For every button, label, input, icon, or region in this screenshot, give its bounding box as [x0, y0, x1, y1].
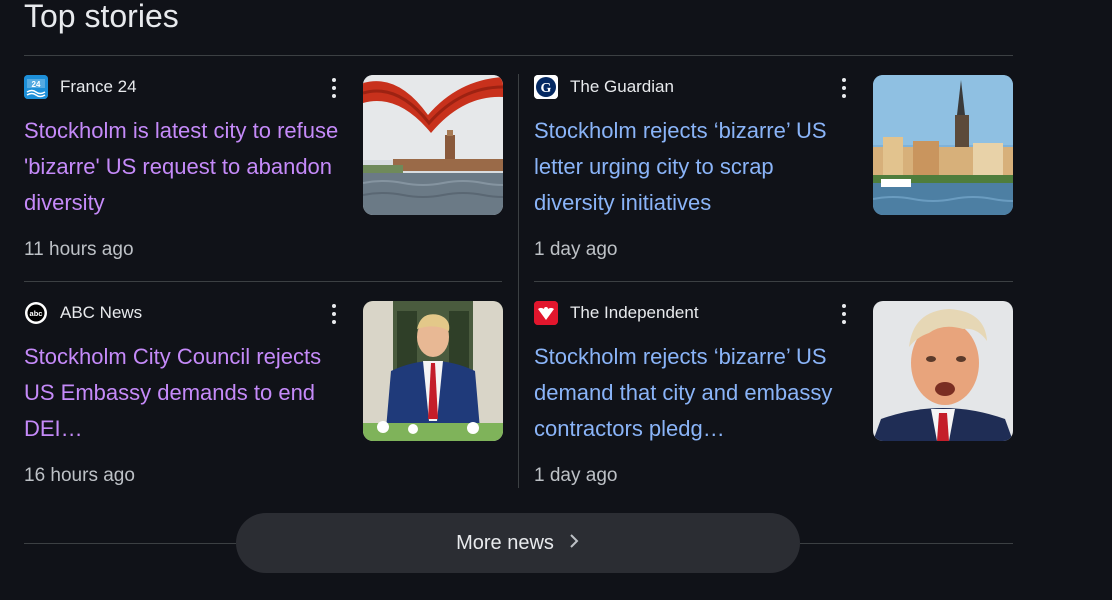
section-title: Top stories [24, 0, 179, 34]
bottom-divider-left [24, 543, 236, 544]
guardian-logo-icon: G [534, 75, 558, 99]
story-headline[interactable]: Stockholm rejects ‘bizarre’ US letter ur… [534, 113, 854, 221]
more-options-icon[interactable] [836, 78, 852, 98]
story-headline[interactable]: Stockholm City Council rejects US Embass… [24, 339, 344, 447]
more-options-icon[interactable] [326, 304, 342, 324]
independent-logo-icon [534, 301, 558, 325]
man-portrait-photo[interactable] [873, 301, 1013, 441]
france24-logo-icon: 24 [24, 75, 48, 99]
bottom-divider-right [800, 543, 1013, 544]
more-options-icon[interactable] [836, 304, 852, 324]
svg-text:G: G [541, 81, 552, 96]
row-divider-left [24, 281, 502, 282]
source-name[interactable]: France 24 [60, 76, 137, 98]
top-divider [24, 55, 1013, 56]
story-card[interactable]: The Independent Stockholm rejects ‘bizar… [534, 301, 1014, 501]
story-card[interactable]: G The Guardian Stockholm rejects ‘bizarr… [534, 75, 1014, 275]
stockholm-city-hall-photo[interactable] [363, 75, 503, 215]
source-name[interactable]: The Guardian [570, 76, 674, 98]
stockholm-gamla-stan-photo[interactable] [873, 75, 1013, 215]
story-headline[interactable]: Stockholm rejects ‘bizarre’ US demand th… [534, 339, 854, 447]
story-time: 1 day ago [534, 465, 618, 486]
story-time: 1 day ago [534, 239, 618, 260]
story-headline[interactable]: Stockholm is latest city to refuse 'biza… [24, 113, 344, 221]
story-card[interactable]: abc ABC News Stockholm City Council reje… [24, 301, 504, 501]
column-divider [518, 74, 519, 488]
source-name[interactable]: The Independent [570, 302, 699, 324]
row-divider-right [534, 281, 1013, 282]
more-news-label: More news [456, 531, 554, 554]
story-time: 11 hours ago [24, 239, 134, 260]
story-time: 16 hours ago [24, 465, 135, 486]
story-card[interactable]: 24 France 24 Stockholm is latest city to… [24, 75, 504, 275]
more-options-icon[interactable] [326, 78, 342, 98]
svg-text:abc: abc [30, 309, 43, 318]
source-name[interactable]: ABC News [60, 302, 142, 324]
svg-text:24: 24 [32, 80, 41, 89]
chevron-right-icon [568, 533, 580, 554]
man-in-suit-garden-photo[interactable] [363, 301, 503, 441]
abc-logo-icon: abc [24, 301, 48, 325]
more-news-button[interactable]: More news [236, 513, 800, 573]
